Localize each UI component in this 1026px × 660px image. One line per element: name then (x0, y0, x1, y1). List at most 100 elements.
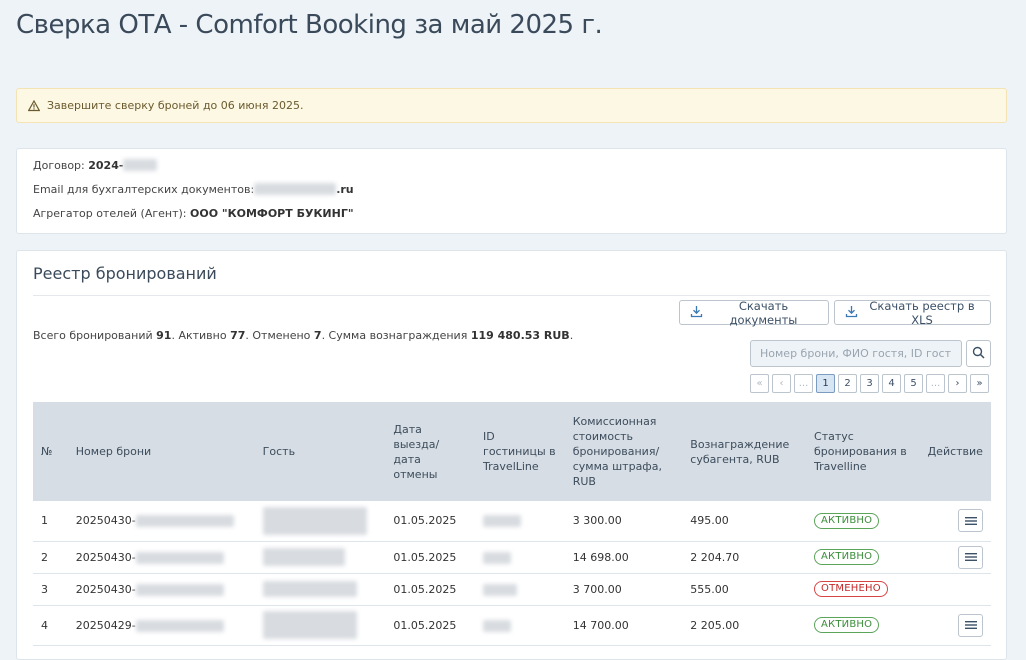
agent-line: Агрегатор отелей (Агент): ООО "КОМФОРТ Б… (33, 201, 990, 225)
col-commission[interactable]: Комиссионная стоимость бронирования/ сум… (565, 402, 683, 501)
download-icon (690, 305, 703, 321)
contract-label: Договор: (33, 158, 85, 172)
row-booking: 20250430- (68, 541, 255, 573)
redacted-hotel-id (483, 551, 512, 564)
row-action (920, 573, 991, 605)
table-row: 4 20250429- 01.05.2025 14 700.00 2 205.0… (33, 605, 991, 645)
row-action (920, 541, 991, 573)
row-date: 01.05.2025 (393, 582, 457, 596)
table-row: 3 20250430- 01.05.2025 3 700.00 555.00 О… (33, 573, 991, 605)
summary-sum: 119 480.53 RUB (470, 329, 570, 342)
download-xls-button[interactable]: Скачать реестр в XLS (834, 298, 991, 327)
search-button[interactable] (966, 340, 991, 367)
summary-total: 91 (156, 329, 172, 342)
page-2-button[interactable]: 2 (838, 374, 857, 393)
first-page-button[interactable]: « (750, 374, 769, 393)
email-suffix: .ru (336, 182, 354, 196)
row-guest (255, 605, 386, 645)
redacted-booking-id (135, 583, 224, 596)
summary-total-label: Всего бронирований (33, 329, 153, 342)
row-num: 2 (41, 550, 48, 564)
download-documents-button[interactable]: Скачать документы (679, 298, 829, 327)
row-hotel-id (475, 501, 565, 541)
col-num[interactable]: № (33, 402, 68, 501)
col-guest[interactable]: Гость (255, 402, 386, 501)
row-num: 4 (41, 618, 48, 632)
table-row: 2 20250430- 01.05.2025 14 698.00 2 204.7… (33, 541, 991, 573)
redacted-hotel-id (483, 619, 512, 632)
row-reward: 2 205.00 (690, 618, 740, 632)
row-menu-button[interactable] (958, 545, 983, 569)
row-action (920, 501, 991, 541)
status-badge: АКТИВНО (814, 617, 880, 633)
email-line: Email для бухгалтерских документов: .ru (33, 177, 990, 201)
row-reward: 495.00 (690, 514, 729, 528)
table-header-row: № Номер брони Гость Дата выезда/ дата от… (33, 402, 991, 501)
row-guest (255, 541, 386, 573)
redacted-guest (262, 548, 345, 566)
col-hotel-id[interactable]: ID гостиницы в TravelLine (475, 402, 565, 501)
page-4-button[interactable]: 4 (882, 374, 901, 393)
redacted-hotel-id (483, 515, 522, 528)
redacted-email (254, 183, 337, 195)
row-commission: 14 700.00 (572, 618, 629, 632)
row-menu-button[interactable] (958, 613, 983, 637)
search-input[interactable] (750, 340, 962, 367)
registry-card: Реестр бронирований Скачать документы Ск… (16, 250, 1007, 660)
col-date[interactable]: Дата выезда/ дата отмены (385, 402, 475, 501)
redacted-guest (262, 581, 357, 597)
page-1-button[interactable]: 1 (816, 374, 835, 393)
page-3-button[interactable]: 3 (860, 374, 879, 393)
row-action (920, 605, 991, 645)
redacted-booking-id (135, 515, 234, 528)
status-badge: ОТМЕНЕНО (814, 581, 888, 597)
next-page-button[interactable]: › (948, 374, 967, 393)
row-reward: 2 204.70 (690, 550, 740, 564)
summary-end: . (569, 329, 574, 342)
redacted-booking-id (135, 619, 224, 632)
summary-sum-label: . Сумма вознаграждения (321, 329, 468, 342)
last-page-button[interactable]: » (970, 374, 989, 393)
ellipsis-right: ... (926, 374, 945, 393)
redacted-booking-id (135, 551, 224, 564)
row-menu-button[interactable] (958, 509, 983, 533)
row-date: 01.05.2025 (393, 618, 457, 632)
row-num: 3 (41, 582, 48, 596)
summary-line: Всего бронирований 91. Активно 77. Отмен… (33, 329, 573, 342)
col-reward[interactable]: Вознаграждение субагента, RUB (682, 402, 806, 501)
row-status: АКТИВНО (806, 605, 920, 645)
download-documents-label: Скачать документы (729, 298, 798, 327)
row-hotel-id (475, 573, 565, 605)
row-num: 1 (41, 514, 48, 528)
redacted-guest (262, 506, 367, 535)
status-badge: АКТИВНО (814, 512, 880, 529)
row-date: 01.05.2025 (393, 514, 457, 528)
search-icon (972, 344, 985, 363)
table-row: 1 20250430- 01.05.2025 3 300.00 495.00 А… (33, 501, 991, 541)
bookings-table: № Номер брони Гость Дата выезда/ дата от… (33, 402, 991, 646)
contract-line: Договор: 2024- (33, 153, 990, 177)
redacted-guest (262, 611, 357, 639)
row-commission: 3 300.00 (572, 514, 622, 528)
page-5-button[interactable]: 5 (904, 374, 923, 393)
warning-icon (28, 99, 40, 112)
alert-text: Завершите сверку броней до 06 июня 2025. (47, 99, 304, 112)
email-label: Email для бухгалтерских документов: (33, 182, 255, 196)
summary-cancelled-label: . Отменено (245, 329, 311, 342)
summary-active: 77 (230, 329, 246, 342)
agent-label: Агрегатор отелей (Агент): (33, 206, 187, 220)
col-status[interactable]: Статус бронирования в Travelline (806, 402, 920, 501)
contract-card: Договор: 2024- Email для бухгалтерских д… (16, 148, 1007, 234)
col-action: Действие (927, 445, 983, 458)
pagination: « ‹ ... 1 2 3 4 5 ... › » (750, 374, 989, 393)
row-hotel-id (475, 541, 565, 573)
row-booking: 20250430- (68, 573, 255, 605)
row-booking: 20250430- (68, 501, 255, 541)
prev-page-button[interactable]: ‹ (772, 374, 791, 393)
summary-active-label: . Активно (171, 329, 227, 342)
download-icon (845, 305, 858, 321)
col-booking[interactable]: Номер брони (68, 402, 255, 501)
row-booking: 20250429- (68, 605, 255, 645)
download-xls-label: Скачать реестр в XLS (869, 298, 975, 327)
row-reward: 555.00 (690, 582, 729, 596)
